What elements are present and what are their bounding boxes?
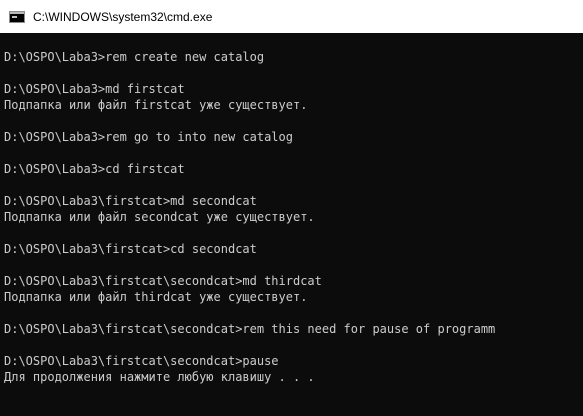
- console-line: D:\OSPO\Laba3>rem go to into new catalog: [4, 130, 293, 144]
- console-line: Подпапка или файл secondcat уже существу…: [4, 210, 315, 224]
- console-line: Для продолжения нажмите любую клавишу . …: [4, 370, 315, 384]
- console-line: D:\OSPO\Laba3>cd firstcat: [4, 162, 185, 176]
- window-title: C:\WINDOWS\system32\cmd.exe: [33, 9, 213, 24]
- console-line: D:\OSPO\Laba3>rem create new catalog: [4, 50, 265, 64]
- console-icon: [9, 10, 25, 23]
- console-line: D:\OSPO\Laba3\firstcat\secondcat>rem thi…: [4, 322, 496, 336]
- console-line: D:\OSPO\Laba3\firstcat\secondcat>md thir…: [4, 274, 322, 288]
- console-line: Подпапка или файл firstcat уже существуе…: [4, 98, 308, 112]
- cmd-window[interactable]: C:\WINDOWS\system32\cmd.exe D:\OSPO\Laba…: [0, 0, 583, 416]
- console-line: Подпапка или файл thirdcat уже существуе…: [4, 290, 308, 304]
- console-line: D:\OSPO\Laba3\firstcat>cd secondcat: [4, 242, 257, 256]
- console-line: D:\OSPO\Laba3\firstcat\secondcat>pause: [4, 354, 279, 368]
- title-bar[interactable]: C:\WINDOWS\system32\cmd.exe: [0, 0, 583, 33]
- console-line: D:\OSPO\Laba3>md firstcat: [4, 82, 185, 96]
- console-output[interactable]: D:\OSPO\Laba3>rem create new catalog D:\…: [0, 33, 583, 416]
- console-line: D:\OSPO\Laba3\firstcat>md secondcat: [4, 194, 257, 208]
